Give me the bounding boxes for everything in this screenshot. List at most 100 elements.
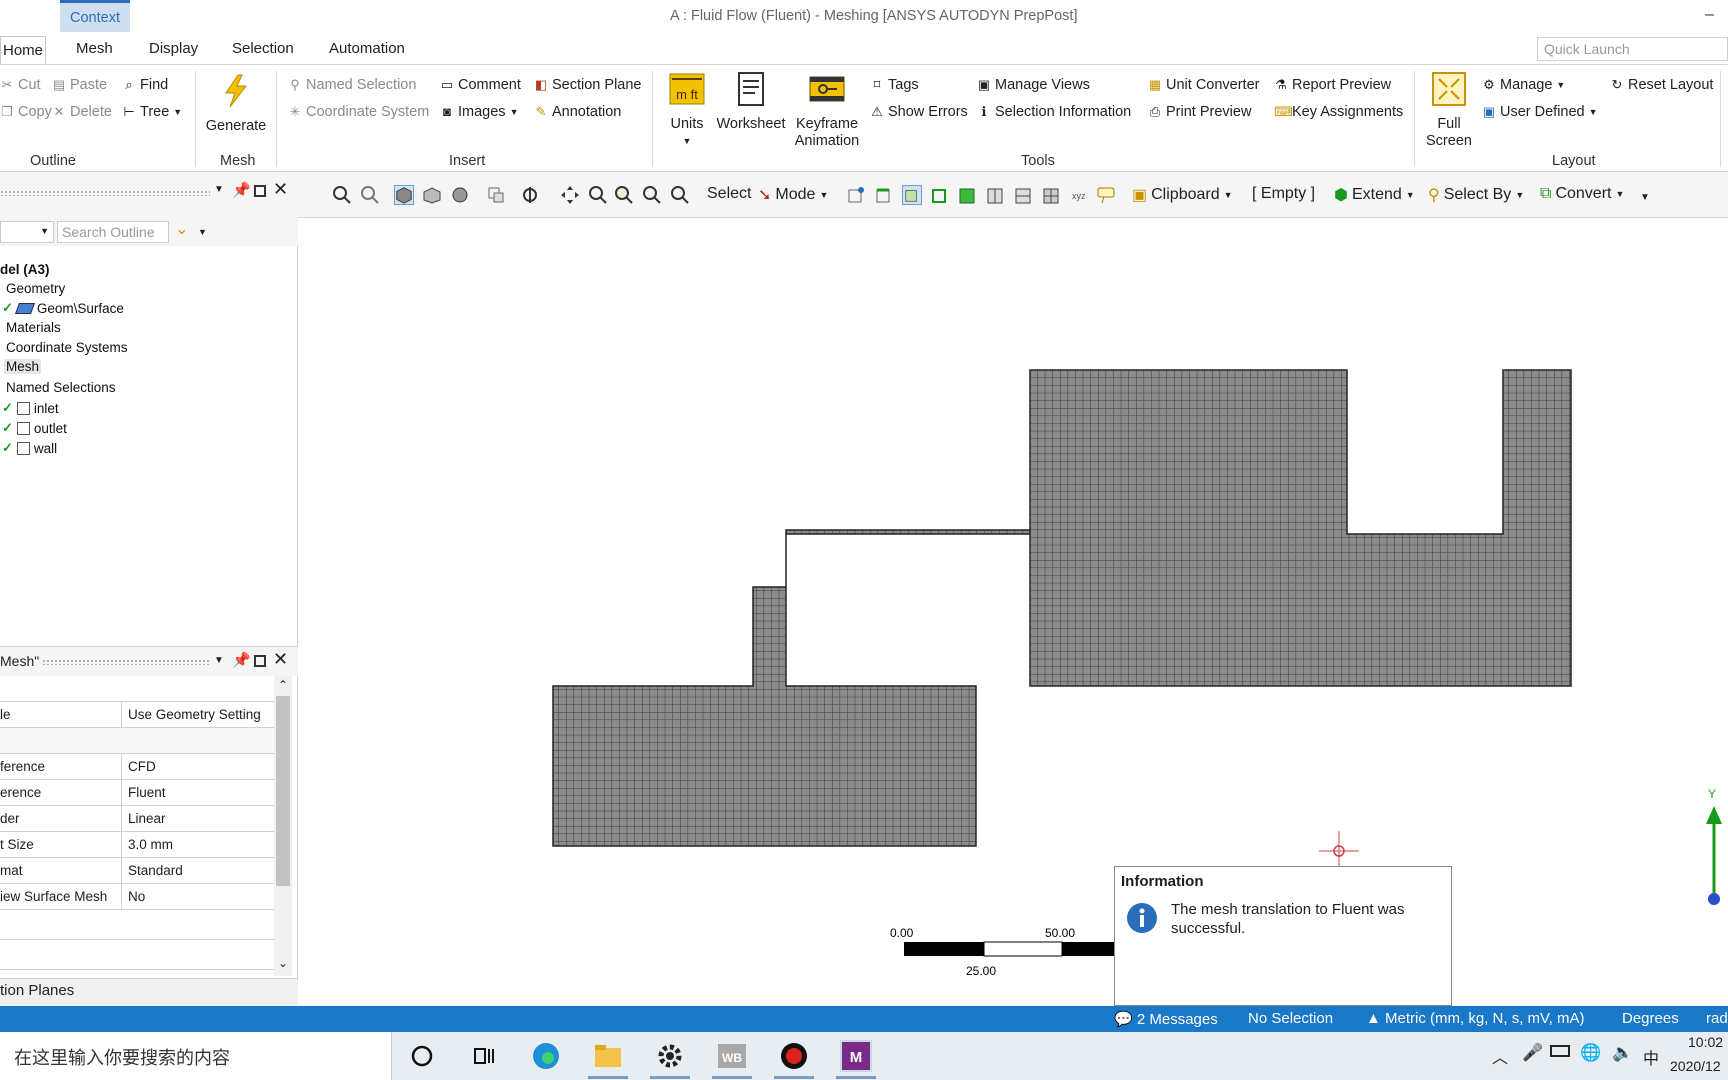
user-defined-dropdown[interactable]: ▣ User Defined ▼	[1482, 104, 1598, 120]
clock-time[interactable]: 10:02	[1688, 1034, 1723, 1050]
zoom-box-icon[interactable]	[614, 185, 634, 205]
select-vertex-icon[interactable]	[846, 185, 866, 205]
chevron-down-icon[interactable]: ▼	[198, 227, 207, 237]
information-popup[interactable]: Information The mesh translation to Flue…	[1114, 866, 1452, 1006]
cut-button[interactable]: ✂ Cut	[0, 77, 41, 93]
volume-icon[interactable]: 🔈	[1612, 1043, 1633, 1063]
delete-button[interactable]: ✕ Delete	[52, 104, 112, 120]
file-explorer-icon[interactable]	[592, 1040, 624, 1072]
close-icon[interactable]: ✕	[273, 649, 288, 670]
messages-status[interactable]: 💬 2 Messages	[1114, 1010, 1218, 1028]
zoom-out-icon[interactable]	[360, 185, 380, 205]
zoom-icon[interactable]	[588, 185, 608, 205]
network-icon[interactable]: 🌐	[1580, 1043, 1601, 1063]
select-edge-icon[interactable]	[874, 185, 894, 205]
tab-mesh[interactable]: Mesh	[76, 40, 113, 57]
find-button[interactable]: ⌕ Find	[122, 77, 168, 93]
quick-launch-input[interactable]: Quick Launch	[1537, 37, 1728, 61]
box-view-icon[interactable]	[394, 185, 414, 205]
details-row[interactable]: iew Surface Mesh No	[0, 884, 274, 910]
tree-inlet[interactable]: ✓ inlet	[2, 400, 59, 416]
comment-button[interactable]: ▭ Comment	[440, 77, 521, 93]
pin-icon[interactable]: 📌	[232, 181, 251, 199]
taskbar-search-input[interactable]: 在这里输入你要搜索的内容	[0, 1032, 392, 1080]
unit-converter-button[interactable]: ▦ Unit Converter	[1148, 77, 1260, 93]
zoom-in-icon[interactable]	[332, 185, 352, 205]
radians-status[interactable]: rad	[1706, 1010, 1728, 1027]
record-icon[interactable]	[778, 1040, 810, 1072]
manage-views-button[interactable]: ▣ Manage Views	[977, 77, 1090, 93]
report-preview-button[interactable]: ⚗ Report Preview	[1274, 77, 1391, 93]
magnifier-icon[interactable]	[670, 185, 690, 205]
clipboard-dropdown[interactable]: ▣ Clipboard ▼	[1132, 185, 1233, 205]
coordinate-icon[interactable]: xyz	[1070, 185, 1090, 205]
details-row[interactable]: mat Standard	[0, 858, 274, 884]
edge-icon[interactable]	[530, 1040, 562, 1072]
details-row[interactable]: t Size 3.0 mm	[0, 832, 274, 858]
filter-chevron-icon[interactable]: ⌄	[175, 219, 188, 239]
wireframe-icon[interactable]	[422, 185, 442, 205]
label-icon[interactable]	[1096, 185, 1116, 205]
details-row[interactable]: der Linear	[0, 806, 274, 832]
workbench-icon[interactable]: WB	[716, 1040, 748, 1072]
named-selection-button[interactable]: ⚲ Named Selection	[288, 77, 416, 93]
drag-handle[interactable]	[42, 659, 210, 665]
details-row[interactable]: le Use Geometry Setting	[0, 702, 274, 728]
select-element-icon[interactable]	[1014, 185, 1034, 205]
section-plane-button[interactable]: ◧ Section Plane	[534, 77, 642, 93]
tags-button[interactable]: ⌑ Tags	[870, 77, 919, 93]
chevron-down-icon[interactable]: ▼	[214, 184, 224, 195]
rotate-icon[interactable]	[520, 185, 540, 205]
degrees-status[interactable]: Degrees	[1622, 1010, 1679, 1027]
microphone-icon[interactable]: 🎤	[1522, 1043, 1543, 1063]
tree-model[interactable]: del (A3)	[0, 262, 50, 277]
select-face-icon[interactable]	[902, 185, 922, 205]
details-row[interactable]: ference CFD	[0, 754, 274, 780]
convert-dropdown[interactable]: ⧉ Convert ▼	[1540, 185, 1624, 203]
axis-triad[interactable]: Y	[1706, 787, 1722, 905]
scroll-up-icon[interactable]: ⌃	[278, 678, 288, 692]
tab-automation[interactable]: Automation	[329, 40, 405, 57]
tree-geometry[interactable]: Geometry	[6, 281, 65, 296]
tree-named-selections[interactable]: Named Selections	[6, 380, 116, 395]
units-dropdown[interactable]: m ft Units ▼	[664, 71, 710, 150]
hide-icon[interactable]	[486, 185, 506, 205]
select-body-icon[interactable]	[930, 185, 950, 205]
tab-selection[interactable]: Selection	[232, 40, 294, 57]
tree-wall[interactable]: ✓ wall	[2, 440, 57, 456]
reset-layout-button[interactable]: ↻ Reset Layout	[1610, 77, 1714, 93]
copy-button[interactable]: ❐ Copy	[0, 104, 52, 120]
manage-dropdown[interactable]: ⚙ Manage ▼	[1482, 77, 1565, 93]
section-planes-tab[interactable]: tion Planes	[0, 978, 298, 1006]
select-mesh-icon[interactable]	[1042, 185, 1062, 205]
ime-indicator[interactable]: 中	[1643, 1045, 1659, 1069]
units-status[interactable]: ▲ Metric (mm, kg, N, s, mV, mA)	[1366, 1010, 1584, 1027]
mesh-region[interactable]	[552, 369, 1572, 847]
details-scrollbar[interactable]: ⌃ ⌄	[274, 676, 292, 976]
selection-information-button[interactable]: ℹ Selection Information	[977, 104, 1132, 120]
pan-icon[interactable]	[560, 185, 580, 205]
cortana-icon[interactable]	[406, 1040, 438, 1072]
paste-button[interactable]: ▤ Paste	[52, 77, 107, 93]
generate-button[interactable]: Generate	[204, 73, 268, 135]
maximize-icon[interactable]	[254, 185, 266, 197]
battery-icon[interactable]	[1550, 1045, 1570, 1057]
full-screen-button[interactable]: Full Screen	[1422, 71, 1476, 150]
select-by-dropdown[interactable]: ⚲ Select By ▼	[1428, 185, 1524, 205]
settings-icon[interactable]	[654, 1040, 686, 1072]
clock-date[interactable]: 2020/12	[1670, 1058, 1721, 1074]
tree-mesh[interactable]: Mesh	[4, 359, 42, 374]
tree-coordinate-systems[interactable]: Coordinate Systems	[6, 340, 128, 355]
tab-display[interactable]: Display	[149, 40, 198, 57]
extend-dropdown[interactable]: ⬢ Extend ▼	[1334, 185, 1415, 205]
key-assignments-button[interactable]: ⌨ Key Assignments	[1274, 104, 1403, 120]
mode-dropdown[interactable]: ➘ Mode ▼	[758, 185, 828, 205]
outline-search-input[interactable]: Search Outline	[57, 221, 169, 243]
tree-dropdown[interactable]: ⊢ Tree ▼	[122, 104, 182, 120]
select-element-face-icon[interactable]	[986, 185, 1006, 205]
minimize-button[interactable]: –	[1705, 6, 1714, 24]
graphics-viewport[interactable]: 0.00 50.00 25.00 Y	[300, 218, 1728, 1006]
mesh-body[interactable]	[552, 369, 1572, 847]
details-row[interactable]: erence Fluent	[0, 780, 274, 806]
scroll-down-icon[interactable]: ⌄	[278, 956, 288, 970]
